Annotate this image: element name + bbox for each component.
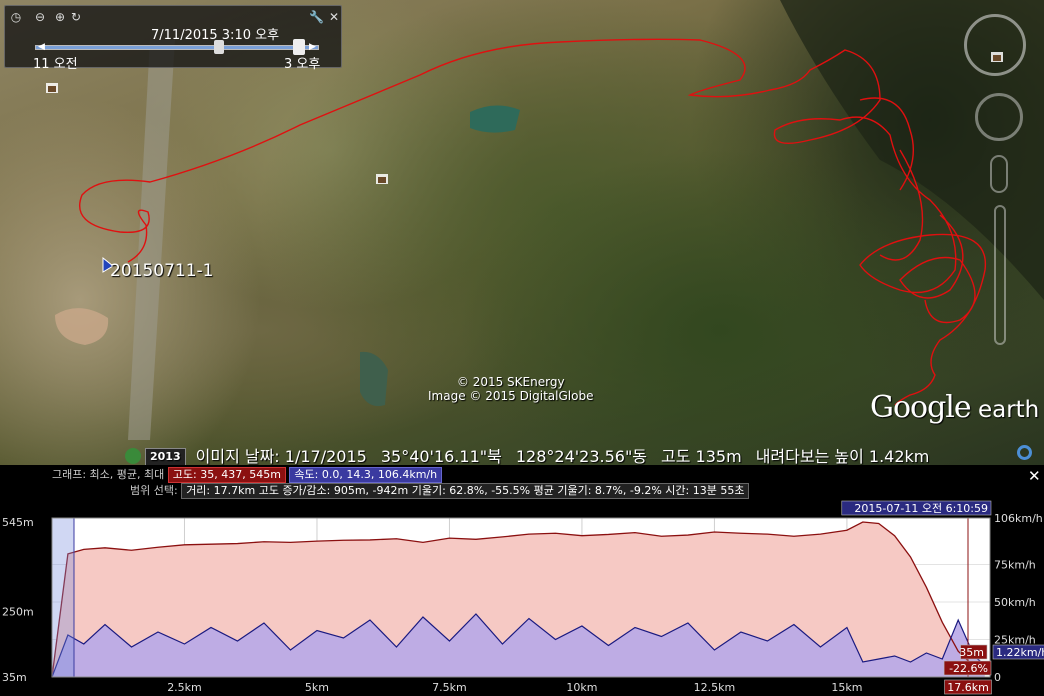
right-axis-tick: 106km/h [994,512,1043,525]
animate-icon[interactable]: ↻ [69,10,83,24]
slider-end-cap-icon[interactable]: ▶ [309,42,317,52]
left-axis-tick: 35m [2,671,27,684]
time-slider-start-label: 11 오전 [33,57,78,72]
logo-earth: earth [970,397,1040,423]
longitude: 128°24'23.56"동 [515,447,648,465]
left-axis-tick: 545m [2,516,34,529]
time-slider-end-label: 3 오후 [284,57,321,72]
imagery-date: 이미지 날짜: 1/17/2015 [195,447,367,465]
right-axis-tick: 50km/h [994,596,1036,609]
slider-start-cap-icon[interactable]: ◀ [38,42,46,52]
x-axis-tick: 5km [305,681,329,694]
landmark-icon[interactable] [376,174,388,184]
zoom-in-time-icon[interactable]: ⊕ [53,10,67,24]
imagery-year-badge[interactable]: 2013 [145,448,186,465]
look-joystick[interactable] [975,93,1023,141]
ground-elevation: 고도 135m [661,447,742,465]
cursor-time-badge: 2015-07-11 오전 6:10:59 [854,502,988,515]
google-earth-logo: Google earth [870,390,1039,425]
right-axis-tick: 0 [994,671,1001,684]
map-viewport[interactable]: ◷ ⊖ ⊕ ↻ 🔧 ✕ 7/11/2015 3:10 오후 ◀ ▶ 11 오전 … [0,0,1044,465]
eye-altitude: 내려다보는 높이 1.42km [755,447,930,465]
time-slider-start-handle[interactable] [214,40,224,54]
selection-start-band[interactable] [51,517,75,678]
landmark-icon[interactable] [46,83,58,93]
close-icon[interactable]: ✕ [327,10,341,24]
copyright-line: Image © 2015 DigitalGlobe [428,389,594,403]
pond [360,351,388,407]
x-axis-tick: 7.5km [432,681,467,694]
logo-google: Google [870,390,972,425]
wrench-icon[interactable]: 🔧 [309,10,324,24]
compass-ring[interactable] [964,14,1026,76]
x-axis-tick: 10km [566,681,597,694]
status-bar: 2013 이미지 날짜: 1/17/2015 35°40'16.11"북 128°24… [125,443,1044,465]
elevation-chart[interactable]: 545m 250m 35m 106km/h 75km/h 50km/h 25km/h 0 2.5… [0,465,1044,696]
cursor-speed-badge: 1.22km/h [996,646,1044,659]
copyright-line: © 2015 SKEnergy [456,375,565,389]
cursor-slope-badge: -22.6% [949,662,988,675]
zoom-out-time-icon[interactable]: ⊖ [33,10,47,24]
cursor-altitude-badge: 35m [959,646,984,659]
right-axis-tick: 25km/h [994,634,1036,647]
time-slider-panel: ◷ ⊖ ⊕ ↻ 🔧 ✕ 7/11/2015 3:10 오후 ◀ ▶ 11 오전 … [4,5,342,72]
left-axis-tick: 250m [2,606,34,619]
google-earth-window: ◷ ⊖ ⊕ ↻ 🔧 ✕ 7/11/2015 3:10 오후 ◀ ▶ 11 오전 … [0,0,1044,696]
elevation-profile-panel: ✕ 그래프: 최소, 평균, 최대 고도: 35, 437, 545m 속도: … [0,465,1044,696]
clock-settings-icon[interactable]: ◷ [9,10,23,24]
x-axis-tick: 15km [831,681,862,694]
reservoir [470,105,520,133]
zoom-slider[interactable] [994,205,1006,345]
road [128,40,175,440]
street-view-person-icon[interactable] [990,155,1008,193]
right-axis-tick: 75km/h [994,559,1036,572]
x-axis-tick: 12.5km [694,681,736,694]
streaming-indicator-icon [1017,445,1032,460]
time-slider-track[interactable] [35,45,319,50]
end-distance-badge: 17.6km [947,681,989,694]
copyright-notice: © 2015 SKEnergy Image © 2015 DigitalGlob… [428,375,593,403]
bare-ground [55,308,109,345]
historical-imagery-icon[interactable] [125,448,141,464]
latitude: 35°40'16.11"북 [380,447,502,465]
x-axis-tick: 2.5km [167,681,202,694]
placemark-label[interactable]: 20150711-1 [110,261,213,281]
